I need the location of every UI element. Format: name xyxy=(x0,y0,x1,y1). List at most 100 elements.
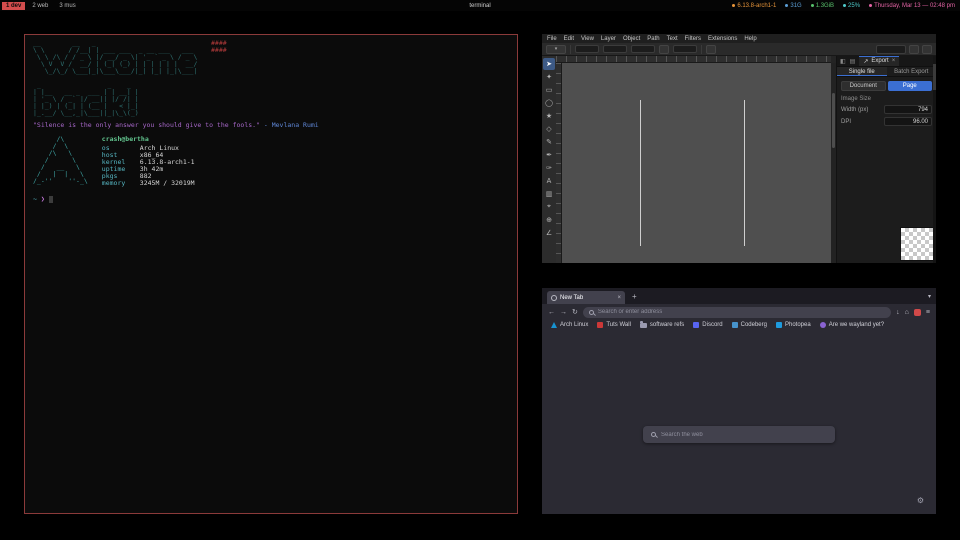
menu-edit[interactable]: Edit xyxy=(564,36,574,42)
tool-star[interactable]: ★ xyxy=(543,110,555,122)
tab-new-tab[interactable]: New Tab × xyxy=(547,291,625,304)
menu-button[interactable]: ≡ xyxy=(926,309,930,316)
terminal-window[interactable]: __ __ _ \ \ / /__| | ___ ___ _ __ ___ __… xyxy=(24,34,518,514)
dock-icon-2[interactable]: ▤ xyxy=(850,58,856,65)
bookmark-folder-software-refs[interactable]: software refs xyxy=(640,322,684,328)
document-button[interactable]: Document xyxy=(841,81,886,91)
tool-pencil[interactable]: ✎ xyxy=(543,136,555,148)
toolbar-separator xyxy=(701,45,702,54)
bookmark-arch-linux[interactable]: Arch Linux xyxy=(551,322,588,328)
tool-dropper[interactable]: ⌖ xyxy=(543,201,555,213)
tool-gradient[interactable]: ▥ xyxy=(543,188,555,200)
arch-favicon xyxy=(551,322,557,328)
toolbar-right-group xyxy=(876,45,932,54)
export-dialog-tab[interactable]: ↗ Export × xyxy=(859,56,899,66)
forward-button[interactable]: → xyxy=(560,309,567,316)
back-button[interactable]: ← xyxy=(548,309,555,316)
snap-toggle-icon[interactable] xyxy=(909,45,919,54)
tool-text[interactable]: A xyxy=(543,175,555,187)
workspace-1-dev[interactable]: 1 dev xyxy=(2,2,25,10)
reload-button[interactable]: ↻ xyxy=(572,308,578,316)
menu-extensions[interactable]: Extensions xyxy=(708,36,737,42)
workspace-3-mus[interactable]: 3 mus xyxy=(55,2,79,10)
menu-view[interactable]: View xyxy=(581,36,594,42)
height-spinbox[interactable] xyxy=(673,45,697,53)
terminal-cursor xyxy=(49,196,53,203)
lock-ratio-icon[interactable] xyxy=(659,45,669,54)
url-input[interactable] xyxy=(598,309,885,315)
selection-mode-dropdown[interactable]: ▾ xyxy=(546,45,566,54)
tab-single-file[interactable]: Single file xyxy=(837,67,887,76)
menu-path[interactable]: Path xyxy=(647,36,659,42)
page-button[interactable]: Page xyxy=(888,81,933,91)
new-tab-button[interactable]: + xyxy=(632,293,637,301)
disk-text: 31G xyxy=(790,3,801,9)
toolbar-separator xyxy=(570,45,571,54)
export-tab-label: Export xyxy=(871,58,888,64)
bookmark-photopea[interactable]: Photopea xyxy=(776,322,811,328)
ublock-extension-icon[interactable] xyxy=(914,309,921,316)
search-icon xyxy=(651,432,656,437)
tool-selector[interactable]: ➤ xyxy=(543,58,555,70)
tool-zoom[interactable]: ⊕ xyxy=(543,214,555,226)
x-coordinate-spinbox[interactable] xyxy=(575,45,599,53)
menu-layer[interactable]: Layer xyxy=(601,36,616,42)
tool-ellipse[interactable]: ◯ xyxy=(543,97,555,109)
units-combo[interactable] xyxy=(876,45,906,54)
fetch-output: /\ / \ /\ \ / \ / __ \ / | | \ /_-'' ''-… xyxy=(33,136,509,187)
shell-prompt[interactable]: ~ ❯ xyxy=(33,196,509,203)
display-mode-icon[interactable] xyxy=(922,45,932,54)
browser-navigation-bar: ← → ↻ ↓ ⌂ ≡ xyxy=(542,304,936,320)
inkscape-canvas[interactable] xyxy=(562,63,831,263)
scrollbar-thumb[interactable] xyxy=(832,93,835,148)
tool-calligraphy[interactable]: ✑ xyxy=(543,162,555,174)
workspace-2-web[interactable]: 2 web xyxy=(28,2,52,10)
home-button[interactable]: ⌂ xyxy=(905,309,909,316)
memory-icon xyxy=(811,4,814,7)
downloads-button[interactable]: ↓ xyxy=(896,309,900,316)
export-icon: ↗ xyxy=(863,58,868,65)
tab-title: New Tab xyxy=(560,295,583,301)
tab-batch-export[interactable]: Batch Export xyxy=(887,67,937,76)
tuts-wall-favicon xyxy=(597,322,603,328)
inkscape-window[interactable]: File Edit View Layer Object Path Text Fi… xyxy=(542,34,936,263)
disk-icon xyxy=(785,4,788,7)
tool-pen[interactable]: ✒ xyxy=(543,149,555,161)
width-spinbox[interactable] xyxy=(631,45,655,53)
menu-filters[interactable]: Filters xyxy=(685,36,701,42)
toolbar-button[interactable] xyxy=(706,45,716,54)
bookmark-are-we-wayland-yet[interactable]: Are we wayland yet? xyxy=(820,322,884,328)
personalize-gear-icon[interactable]: ⚙ xyxy=(917,496,924,505)
width-input[interactable]: 794 xyxy=(884,105,932,114)
menu-help[interactable]: Help xyxy=(744,36,756,42)
clock-module: Thursday, Mar 13 — 02:48 pm xyxy=(869,3,955,9)
panel-scrollbar-thumb[interactable] xyxy=(933,64,936,90)
menu-object[interactable]: Object xyxy=(623,36,640,42)
web-search-box[interactable] xyxy=(643,426,835,443)
tool-node[interactable]: ✦ xyxy=(543,71,555,83)
tool-measure[interactable]: ∠ xyxy=(543,227,555,239)
bookmark-tuts-wall[interactable]: Tuts Wall xyxy=(597,322,631,328)
dock-icon-1[interactable]: ◧ xyxy=(840,58,846,65)
tool-rectangle[interactable]: ▭ xyxy=(543,84,555,96)
panel-scrollbar[interactable] xyxy=(933,56,936,263)
menu-file[interactable]: File xyxy=(547,36,557,42)
status-modules: 6.13.8-arch1-1 31G 1.3GiB 25% Thursday, … xyxy=(732,3,960,9)
tool-3dbox[interactable]: ◇ xyxy=(543,123,555,135)
ascii-art-accent: #### #### xyxy=(211,40,227,54)
menu-text[interactable]: Text xyxy=(667,36,678,42)
width-field: Width (px) 794 xyxy=(841,105,932,114)
web-search-input[interactable] xyxy=(661,432,827,438)
url-bar[interactable] xyxy=(583,307,891,318)
bookmark-codeberg[interactable]: Codeberg xyxy=(732,322,767,328)
firefox-window[interactable]: New Tab × + ▾ ← → ↻ ↓ ⌂ ≡ Arch Linux xyxy=(542,288,936,514)
cpu-text: 25% xyxy=(848,3,860,9)
y-coordinate-spinbox[interactable] xyxy=(603,45,627,53)
horizontal-ruler xyxy=(556,56,831,63)
close-dialog-icon[interactable]: × xyxy=(892,58,896,64)
dpi-input[interactable]: 96.00 xyxy=(884,117,932,126)
close-tab-icon[interactable]: × xyxy=(617,295,621,301)
bookmark-discord[interactable]: Discord xyxy=(693,322,722,328)
new-tab-page: ⚙ xyxy=(542,330,936,514)
list-all-tabs-icon[interactable]: ▾ xyxy=(928,293,931,300)
